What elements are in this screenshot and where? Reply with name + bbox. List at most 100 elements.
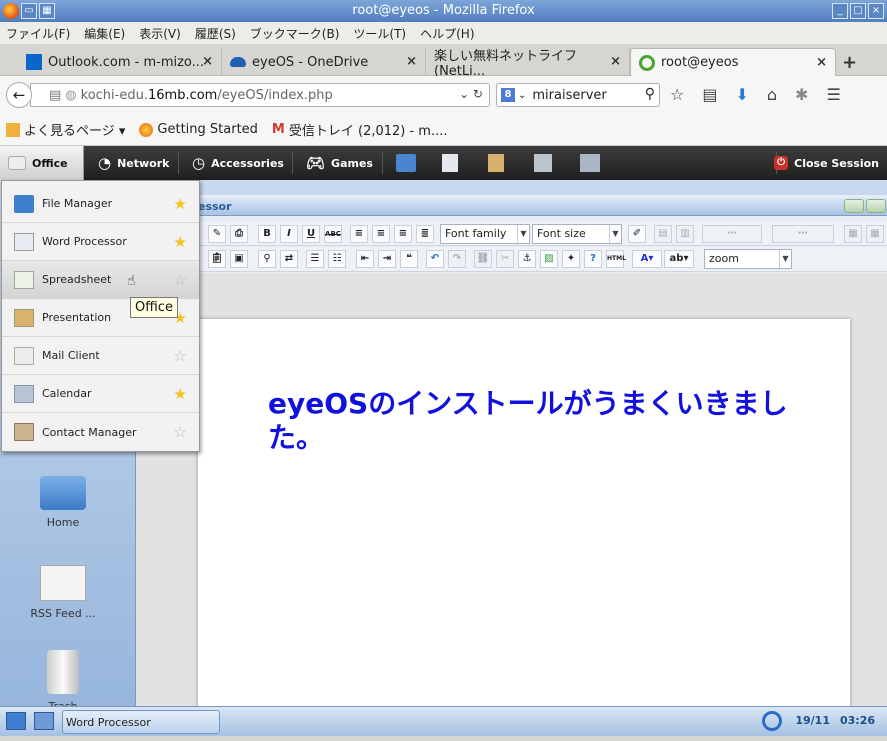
quicklaunch-presentation[interactable] (480, 146, 512, 180)
reading-list-icon[interactable]: ▤ (702, 85, 717, 104)
wp-minimize-button[interactable] (844, 199, 864, 213)
text-color-icon[interactable]: A▾ (632, 250, 662, 268)
favorite-star-icon[interactable]: ☆ (174, 425, 187, 440)
menu-item-mail-client[interactable]: Mail Client ☆ (2, 337, 199, 375)
bookmark-star-icon[interactable]: ☆ (670, 85, 684, 104)
document-text[interactable]: eyeOSのインストールがうまくいきました。 (268, 387, 808, 455)
blockquote-icon[interactable]: ❝ (400, 250, 418, 268)
tab-close-icon[interactable]: × (406, 54, 417, 69)
paste-word-icon[interactable]: ▣ (230, 250, 248, 268)
menu-file[interactable]: ファイル(F) (6, 25, 70, 42)
menu-item-file-manager[interactable]: File Manager ★ (2, 185, 199, 223)
font-size-select[interactable]: Font size ▼ (532, 224, 622, 244)
url-dropdown-reload-icon[interactable]: ⌄ ↻ (459, 87, 483, 101)
column-tools-icon[interactable]: ⋯ (772, 225, 834, 243)
bookmark-getting-started[interactable]: Getting Started (139, 122, 258, 137)
favorite-star-icon[interactable]: ☆ (174, 273, 187, 288)
eyeos-logo-icon[interactable] (762, 711, 782, 731)
underline-button[interactable]: U (302, 225, 320, 243)
minimize-icon[interactable]: _ (832, 3, 848, 19)
highlight-color-icon[interactable]: ab▾ (664, 250, 694, 268)
favorite-star-icon[interactable]: ★ (174, 387, 187, 402)
eyeos-accessories-menu[interactable]: ◷ Accessories (184, 146, 292, 180)
cleanup-icon[interactable]: ✦ (562, 250, 580, 268)
cell-merge-icon[interactable]: ▦ (844, 225, 862, 243)
unlink-icon[interactable]: ✂ (496, 250, 514, 268)
tab-close-icon[interactable]: × (202, 54, 213, 69)
zoom-select[interactable]: zoom ▼ (704, 249, 792, 269)
menu-tools[interactable]: ツール(T) (353, 25, 406, 42)
find-icon[interactable]: ⚲ (258, 250, 276, 268)
quicklaunch-contacts[interactable] (526, 146, 560, 180)
indent-icon[interactable]: ⇥ (378, 250, 396, 268)
home-icon[interactable]: ⌂ (767, 85, 777, 104)
row-tools-icon[interactable]: ⋯ (702, 225, 762, 243)
desktop-icon-home[interactable]: Home (20, 476, 106, 529)
addon-icon[interactable]: ✱ (795, 85, 808, 104)
help-icon[interactable]: ? (584, 250, 602, 268)
bookmark-most-visited[interactable]: よく見るページ ▾ (6, 120, 125, 139)
menu-item-contact-manager[interactable]: Contact Manager ☆ (2, 413, 199, 451)
redo-icon[interactable]: ↷ (448, 250, 466, 268)
favorite-star-icon[interactable]: ☆ (174, 349, 187, 364)
favorite-star-icon[interactable]: ★ (174, 235, 187, 250)
bold-button[interactable]: B (258, 225, 276, 243)
desktop-icon-rss[interactable]: RSS Feed ... (20, 565, 106, 620)
chevron-down-icon[interactable]: ⌄ (518, 90, 526, 101)
bookmark-gmail[interactable]: M 受信トレイ (2,012) - m.... (272, 120, 448, 139)
quicklaunch-word[interactable] (434, 146, 466, 180)
hamburger-menu-icon[interactable]: ☰ (826, 85, 840, 104)
windows-icon[interactable] (34, 712, 54, 730)
menu-help[interactable]: ヘルプ(H) (420, 25, 474, 42)
edit-icon[interactable]: ✎ (208, 225, 226, 243)
desktop-icon-trash[interactable]: Trash (20, 650, 106, 713)
align-left-icon[interactable]: ≡ (350, 225, 368, 243)
eyeos-network-menu[interactable]: ◔ Network (90, 146, 177, 180)
eyeos-games-menu[interactable]: 🎮︎ Games (298, 146, 381, 180)
replace-icon[interactable]: ⇄ (280, 250, 298, 268)
list-icon[interactable]: ▤ (49, 88, 61, 103)
outdent-icon[interactable]: ⇤ (356, 250, 374, 268)
align-right-icon[interactable]: ≡ (394, 225, 412, 243)
search-bar[interactable]: 8 ⌄ miraiserver ⚲ (496, 83, 660, 107)
link-icon[interactable]: ⛓ (474, 250, 492, 268)
close-window-icon[interactable]: × (868, 3, 884, 19)
bullet-list-icon[interactable]: ☰ (306, 250, 324, 268)
anchor-icon[interactable]: ⚓ (518, 250, 536, 268)
tab-onedrive[interactable]: eyeOS - OneDrive × (222, 48, 426, 76)
align-justify-icon[interactable]: ≣ (416, 225, 434, 243)
align-center-icon[interactable]: ≡ (372, 225, 390, 243)
print-icon[interactable]: ⎙ (230, 225, 248, 243)
favorite-star-icon[interactable]: ★ (174, 197, 187, 212)
menu-item-calendar[interactable]: Calendar ★ (2, 375, 199, 413)
tab-outlook[interactable]: Outlook.com - m-mizo... × (18, 48, 222, 76)
document-page[interactable]: eyeOSのインストールがうまくいきました。 (198, 319, 850, 719)
style-editor-icon[interactable]: ✐ (628, 225, 646, 243)
menu-edit[interactable]: 編集(E) (84, 25, 125, 42)
close-session-button[interactable]: ⏻ Close Session (766, 146, 887, 180)
quicklaunch-calendar[interactable] (572, 146, 608, 180)
menu-item-word-processor[interactable]: Word Processor ★ (2, 223, 199, 261)
strikethrough-button[interactable]: ABC (324, 225, 342, 243)
download-icon[interactable]: ⬇ (735, 85, 748, 104)
back-button[interactable]: ← (6, 82, 32, 108)
undo-icon[interactable]: ↶ (426, 250, 444, 268)
italic-button[interactable]: I (280, 225, 298, 243)
new-tab-button[interactable]: + (842, 52, 857, 73)
menu-history[interactable]: 履歴(S) (195, 25, 236, 42)
url-bar[interactable]: ▤ ◍ kochi-edu. 16mb.com/eyeOS/index.php ⌄… (30, 83, 490, 107)
search-input[interactable]: miraiserver (532, 88, 606, 103)
tab-netlife[interactable]: 楽しい無料ネットライフ(NetLi... × (426, 48, 630, 79)
cell-split-icon[interactable]: ▦ (866, 225, 884, 243)
table-props-icon[interactable]: ▥ (676, 225, 694, 243)
tab-eyeos[interactable]: root@eyeos × (630, 48, 836, 76)
font-family-select[interactable]: Font family ▼ (440, 224, 530, 244)
show-desktop-icon[interactable] (6, 712, 26, 730)
tab-close-icon[interactable]: × (816, 55, 827, 70)
menu-view[interactable]: 表示(V) (139, 25, 181, 42)
taskbar-word-processor[interactable]: Word Processor (62, 710, 220, 734)
quicklaunch-folder[interactable] (388, 146, 424, 180)
paste-icon[interactable]: 📋︎ (208, 250, 226, 268)
search-icon[interactable]: ⚲ (645, 86, 655, 102)
image-icon[interactable]: ▨ (540, 250, 558, 268)
